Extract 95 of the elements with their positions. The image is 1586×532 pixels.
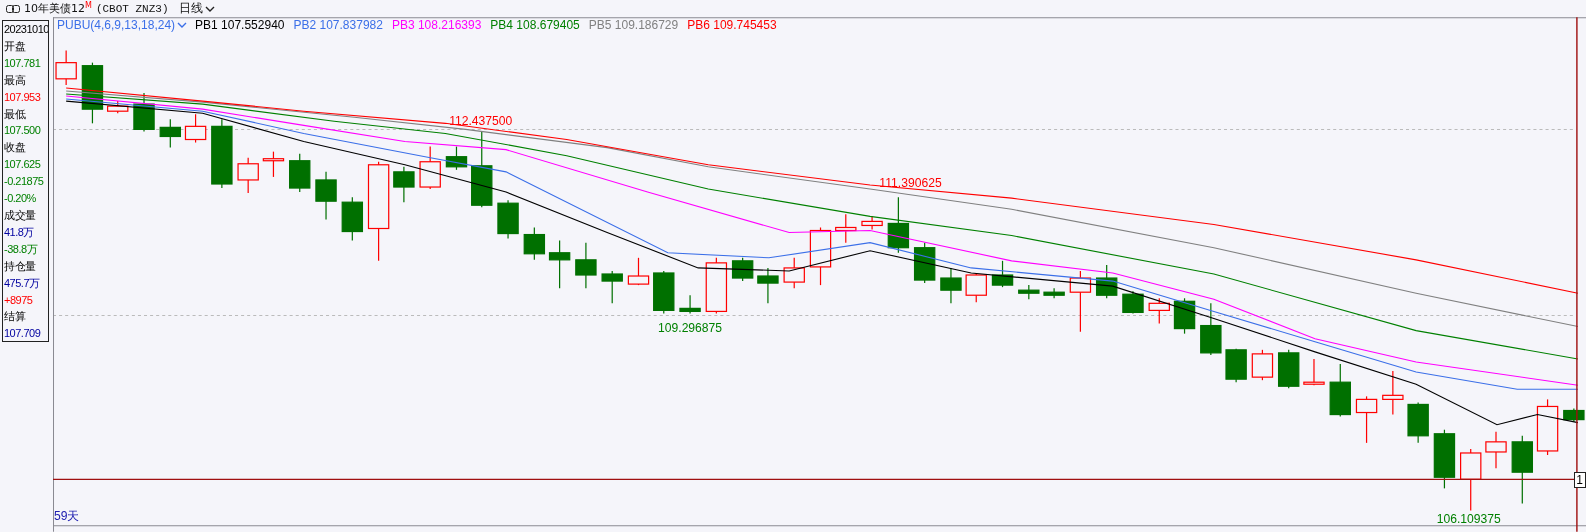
candlestick (262, 151, 285, 178)
candlestick (1122, 290, 1144, 315)
candlestick (1278, 349, 1300, 389)
period-dropdown[interactable]: 日线 (172, 0, 215, 17)
candlestick (1095, 264, 1118, 299)
caret-icon (204, 5, 215, 12)
candlestick (1563, 407, 1585, 423)
candlestick (1200, 302, 1222, 356)
quote-info-text: 41.8万 (4, 224, 35, 240)
candlestick (523, 226, 546, 261)
candlestick (965, 272, 987, 303)
quote-info-text: 107.500 (4, 123, 42, 139)
indicator-value: PB1 107.552940 (195, 18, 285, 32)
quote-info-text: +8975 (4, 292, 34, 308)
quote-info-text: 107.625 (4, 157, 42, 173)
candlestick (1511, 435, 1533, 505)
candlestick (1148, 297, 1170, 325)
candlestick (107, 100, 129, 114)
candlestick (1460, 448, 1482, 512)
candlestick (653, 270, 675, 315)
candlestick (1485, 431, 1507, 469)
candlestick (1355, 395, 1378, 444)
instrument-title: 10年美债12$^{M}$ (24, 1, 92, 16)
indicator-value: PB5 109.186729 (588, 18, 679, 32)
candlestick (1433, 429, 1456, 489)
candlestick (991, 260, 1014, 288)
candlestick (940, 267, 962, 304)
quote-info-text: 107.953 (4, 89, 42, 105)
day-count-label: 59天 (54, 508, 80, 523)
candlestick (289, 153, 311, 193)
quote-info-text: 持仓量 (4, 258, 37, 274)
quote-info-text: 收盘 (4, 140, 26, 156)
instrument-symbol: (CBOT ZNZ3) (95, 2, 169, 15)
quote-info-text: 结算 (4, 309, 27, 325)
indicator-name[interactable]: PUBU(4,6,9,13,18,24) (57, 18, 176, 32)
quote-info-text: 最低 (4, 106, 27, 122)
candlestick (133, 92, 155, 132)
candlestick (861, 215, 883, 231)
candlestick (575, 242, 597, 289)
link-icon[interactable] (6, 4, 20, 13)
candlestick (445, 145, 468, 171)
caret-icon[interactable] (177, 22, 188, 28)
candlestick (705, 257, 728, 315)
quote-info-text: -0.21875 (4, 174, 45, 190)
candlestick (1329, 363, 1351, 418)
candlestick (1407, 401, 1429, 444)
quote-info-text: 107.709 (4, 326, 42, 341)
candlestick (731, 257, 754, 282)
candlestick (679, 294, 701, 315)
candlestick (393, 166, 415, 203)
quote-info-text: -0.20% (4, 191, 37, 207)
candlestick (1069, 270, 1092, 333)
candlestick (1251, 349, 1274, 381)
quote-info-text: -38.8万 (4, 241, 39, 257)
quote-info-text: 最高 (4, 72, 26, 88)
indicator-value: PB4 108.679405 (490, 18, 580, 32)
candlestick (835, 213, 857, 244)
candlestick (601, 270, 623, 304)
quote-info-text: 成交量 (4, 207, 37, 223)
price-label: 106.109375 (1436, 511, 1501, 526)
candlestick (887, 196, 910, 254)
candlestick (1303, 358, 1325, 386)
candlestick (1018, 284, 1040, 300)
candlestick (211, 118, 233, 189)
candlestick (237, 157, 259, 194)
indicator-value: PB3 108.216393 (391, 18, 482, 32)
candlestick (1536, 398, 1559, 456)
candlestick (627, 257, 650, 286)
price-label: 109.296875 (658, 320, 723, 335)
indicator-value: PB2 107.837982 (293, 18, 383, 32)
candlestick (1043, 287, 1065, 299)
candlestick (1225, 348, 1247, 383)
candlestick (1173, 297, 1196, 335)
price-label: 111.390625 (879, 176, 942, 191)
candlestick (341, 196, 364, 242)
candlestick (913, 242, 936, 284)
quote-info-text: 475.7万 (4, 275, 41, 291)
indicator-value: PB6 109.745453 (687, 18, 777, 32)
candlestick (419, 145, 441, 190)
candlestick (497, 199, 519, 240)
candlestick (783, 257, 805, 289)
current-price-tag: 1 (1574, 472, 1586, 488)
candlestick (809, 226, 832, 286)
candlestick (55, 49, 77, 86)
candlestick (757, 267, 779, 304)
quote-info-text: 开盘 (4, 38, 26, 54)
candlestick (159, 118, 181, 149)
candlestick (184, 113, 207, 144)
price-label: 112.437500 (449, 114, 513, 129)
quote-info-text: 107.781 (4, 55, 42, 71)
candlestick (548, 240, 571, 289)
candlestick (1382, 370, 1404, 416)
quote-info-text: 20231010 (4, 22, 48, 37)
candlestick (81, 62, 104, 124)
candlestick (315, 171, 337, 220)
